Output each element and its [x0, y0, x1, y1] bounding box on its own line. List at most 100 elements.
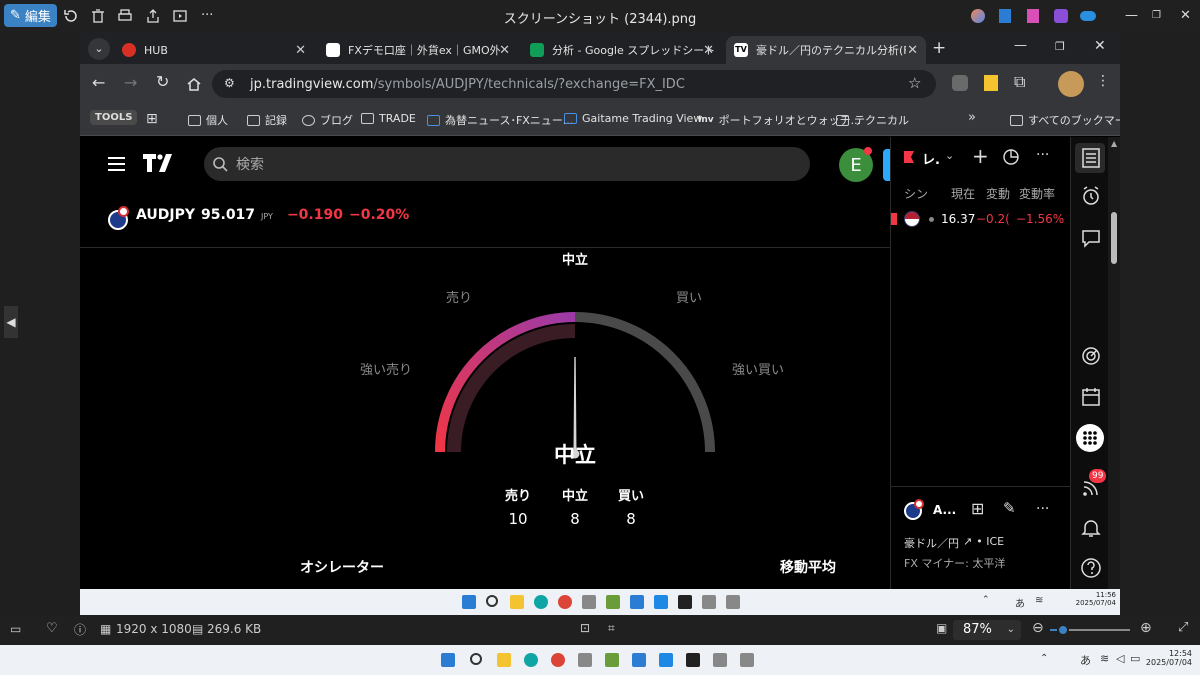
inner-app-icon[interactable] [726, 595, 740, 609]
info-icon[interactable]: ⓘ [74, 621, 86, 638]
clipchamp-icon[interactable] [1027, 9, 1039, 23]
url-input[interactable]: ⚙ jp.tradingview.com/symbols/AUDJPY/tech… [212, 70, 936, 98]
tab-close-icon[interactable]: ✕ [703, 43, 714, 58]
watchlist-more-icon[interactable]: ··· [1036, 147, 1049, 163]
bookmark-technical[interactable]: テクニカル [836, 112, 909, 128]
wifi-icon[interactable]: ≋ [1100, 652, 1109, 665]
inner-edge-icon[interactable] [534, 595, 548, 609]
fullscreen-icon[interactable]: ⤢ [1178, 620, 1188, 635]
alarm-icon[interactable] [1080, 185, 1102, 207]
close-icon[interactable]: ✕ [1180, 8, 1191, 23]
inner-clock[interactable]: 11:56 2025/07/04 [1064, 591, 1116, 607]
watchlist-row[interactable]: 16.37 −0.2( −1.56% [891, 209, 1071, 233]
start-icon[interactable] [441, 653, 455, 667]
bookmark-tools[interactable]: TOOLS [90, 110, 138, 125]
tab-close-icon[interactable]: ✕ [295, 43, 306, 58]
bookmark-kiroku[interactable]: 記録 [247, 112, 287, 128]
inner-chrome-icon[interactable] [558, 595, 572, 609]
battery-icon[interactable]: ▭ [1130, 652, 1140, 665]
visual-search-icon[interactable]: ⌗ [608, 621, 615, 636]
inner-app-icon[interactable] [582, 595, 596, 609]
photos-icon[interactable] [659, 653, 673, 667]
maximize-icon[interactable]: ❐ [1152, 10, 1161, 21]
watchlist-dropdown-icon[interactable]: ⌄ [945, 149, 954, 162]
favorite-icon[interactable]: ♡ [46, 621, 58, 636]
calendar-icon[interactable] [1080, 386, 1102, 408]
scroll-thumb[interactable] [1111, 212, 1117, 264]
tradingview-logo-icon[interactable] [143, 154, 175, 172]
chrome-icon[interactable] [551, 653, 565, 667]
taskbar-app-icon[interactable] [632, 653, 646, 667]
detail-edit-icon[interactable]: ✎ [1003, 499, 1016, 517]
hamburger-menu-icon[interactable] [108, 157, 125, 171]
reload-icon[interactable]: ↻ [156, 72, 169, 91]
bookmark-kojin[interactable]: 個人 [188, 112, 228, 128]
inner-ime-indicator[interactable]: あ [1015, 595, 1025, 610]
watchlist-title[interactable]: レ. [922, 149, 940, 168]
fit-icon[interactable]: ▣ [936, 621, 947, 635]
browser-restore-icon[interactable]: ❐ [1055, 40, 1065, 53]
browser-close-icon[interactable]: ✕ [1094, 38, 1106, 54]
tab-tradingview[interactable]: TV 豪ドル／円のテクニカル分析(FX_ ✕ [726, 36, 926, 64]
designer-icon[interactable] [1054, 9, 1068, 23]
taskbar-app-icon[interactable] [686, 653, 700, 667]
extensions-icon[interactable]: ⧉ [1014, 72, 1025, 92]
inner-wifi-icon[interactable]: ≋ [1035, 595, 1043, 606]
inner-tray-chevron-icon[interactable]: ⌃ [982, 595, 990, 605]
pen-app-icon[interactable] [999, 9, 1011, 23]
tray-chevron-icon[interactable]: ⌃ [1040, 653, 1048, 664]
search-input[interactable]: 検索 [204, 147, 810, 181]
products-icon[interactable] [1076, 424, 1104, 452]
browser-minimize-icon[interactable]: — [1014, 38, 1027, 53]
search-icon[interactable] [470, 653, 482, 665]
scroll-up-icon[interactable]: ▲ [1111, 139, 1117, 148]
home-icon[interactable] [186, 76, 202, 92]
minimize-icon[interactable]: — [1125, 8, 1138, 23]
detail-layout-icon[interactable]: ⊞ [971, 499, 984, 518]
zoom-out-icon[interactable]: ⊖ [1032, 620, 1044, 636]
edge-icon[interactable] [524, 653, 538, 667]
inner-app-icon[interactable] [678, 595, 692, 609]
col-symbol[interactable]: シン [904, 185, 928, 202]
bookmark-trade[interactable]: TRADE [361, 112, 416, 125]
watchlist-chart-icon[interactable] [1002, 148, 1020, 166]
extension-note-icon[interactable] [984, 75, 998, 91]
zoom-dropdown[interactable]: 87% ⌄ [953, 620, 1021, 640]
col-change[interactable]: 変動 [986, 185, 1010, 202]
tab-google-sheets[interactable]: 分析 - Google スプレッドシート ✕ [522, 36, 722, 64]
bookmark-blog[interactable]: ブログ [302, 112, 353, 128]
detail-more-icon[interactable]: ··· [1036, 501, 1049, 517]
apps-grid-icon[interactable]: ⊞ [146, 111, 158, 127]
col-change-pct[interactable]: 変動率 [1019, 185, 1055, 202]
tab-fx-demo[interactable]: FXデモ口座｜外貨ex｜GMO外 ✕ [318, 36, 518, 64]
inner-app-icon[interactable] [702, 595, 716, 609]
taskbar-app-icon[interactable] [605, 653, 619, 667]
ideas-icon[interactable] [1080, 345, 1102, 367]
bookmark-star-icon[interactable]: ☆ [908, 74, 921, 92]
bookmark-all[interactable]: すべてのブックマーク [1010, 112, 1120, 128]
taskbar-app-icon[interactable] [713, 653, 727, 667]
filmstrip-icon[interactable]: ▭ [10, 622, 21, 636]
inner-explorer-icon[interactable] [510, 595, 524, 609]
inner-app-icon[interactable] [630, 595, 644, 609]
browser-menu-icon[interactable]: ⋮ [1096, 73, 1110, 89]
tab-search-icon[interactable]: ⌄ [88, 38, 110, 60]
extension-chat-icon[interactable] [952, 75, 968, 91]
watchlist-icon[interactable] [1080, 147, 1102, 169]
taskbar-app-icon[interactable] [578, 653, 592, 667]
volume-icon[interactable]: ◁ [1116, 652, 1124, 665]
inner-app-icon[interactable] [654, 595, 668, 609]
inner-search-icon[interactable] [486, 595, 498, 607]
onedrive-icon[interactable] [1080, 11, 1096, 21]
crop-icon[interactable]: ⊡ [580, 621, 590, 635]
zoom-slider-thumb[interactable] [1057, 624, 1069, 636]
detail-symbol[interactable]: A... [933, 503, 956, 517]
help-icon[interactable] [1080, 557, 1102, 579]
file-explorer-icon[interactable] [497, 653, 511, 667]
back-icon[interactable]: ← [92, 73, 105, 92]
copilot-icon[interactable] [971, 9, 985, 23]
bookmark-fx-news[interactable]: 為替ニュース･FXニュー... [427, 112, 573, 128]
new-tab-icon[interactable]: + [932, 38, 946, 58]
taskbar-app-icon[interactable] [740, 653, 754, 667]
tab-close-icon[interactable]: ✕ [499, 43, 510, 58]
